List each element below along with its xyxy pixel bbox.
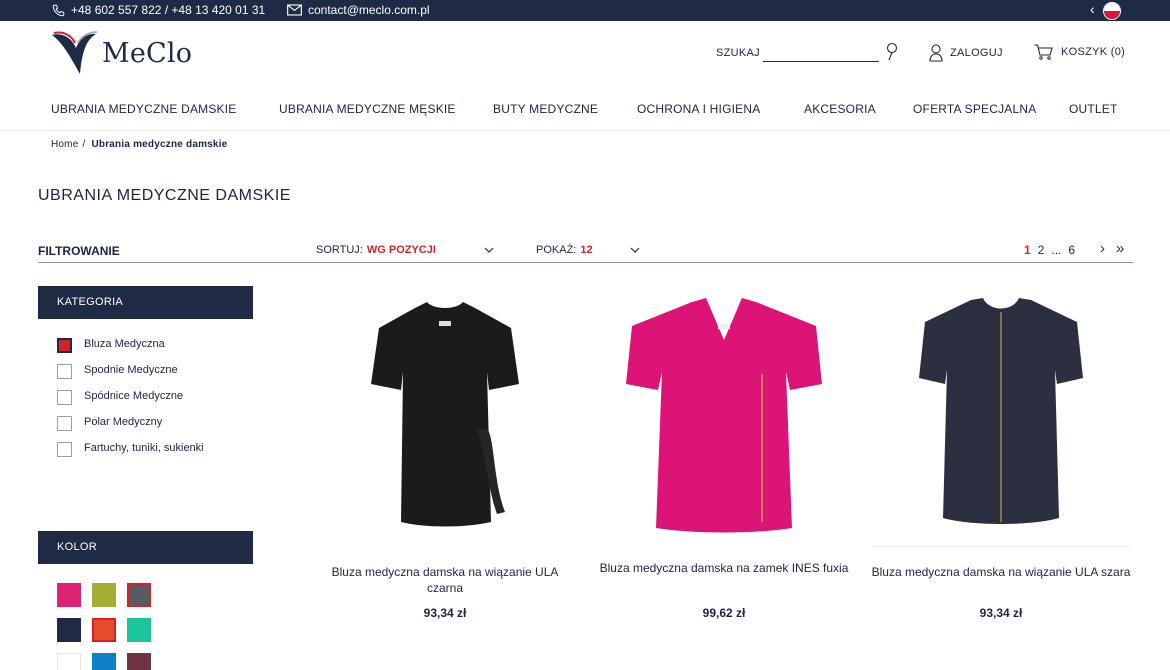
login-link[interactable]: ZALOGUJ <box>929 44 1003 62</box>
show-chevron-down-icon[interactable] <box>630 244 640 256</box>
category-checkbox[interactable] <box>57 390 72 405</box>
search-input[interactable] <box>763 44 879 62</box>
product-price: 99,62 zł <box>702 606 746 620</box>
page-ellipsis: ... <box>1051 243 1062 257</box>
page-link-2[interactable]: 2 <box>1038 243 1045 257</box>
search-label: SZUKAJ <box>716 47 760 59</box>
email-contact[interactable]: contact@meclo.com.pl <box>287 3 430 17</box>
nav-item-outlet[interactable]: OUTLET <box>1069 102 1118 116</box>
nav-item-protection-hygiene[interactable]: OCHRONA I HIGIENA <box>637 102 760 116</box>
sort-select[interactable]: SORTUJ: WG POZYCJI <box>316 244 436 256</box>
cart-label: KOSZYK (0) <box>1061 46 1126 58</box>
breadcrumb: Home / Ubrania medyczne damskie <box>51 139 227 150</box>
color-panel-header: KOLOR <box>38 531 253 564</box>
color-swatch[interactable] <box>57 653 81 670</box>
category-item[interactable]: Fartuchy, tuniki, sukienki <box>57 442 204 468</box>
color-swatch[interactable] <box>127 653 151 670</box>
category-label: Fartuchy, tuniki, sukienki <box>84 442 204 454</box>
color-swatch[interactable] <box>57 618 81 642</box>
product-card[interactable]: Bluza medyczna damska na wiązanie ULA cz… <box>315 290 575 630</box>
garment-label <box>439 321 451 326</box>
sort-label: SORTUJ: <box>316 244 363 256</box>
sort-chevron-down-icon[interactable] <box>484 244 494 256</box>
product-card[interactable]: Bluza medyczna damska na zamek INES fuxi… <box>594 290 854 630</box>
nav-divider <box>0 130 1170 131</box>
show-label: POKAŻ: <box>536 244 577 256</box>
filter-title: FILTROWANIE <box>38 244 120 258</box>
nav-item-women-medical-clothing[interactable]: UBRANIA MEDYCZNE DAMSKIE <box>51 102 237 116</box>
product-price: 93,34 zł <box>423 606 467 620</box>
breadcrumb-home[interactable]: Home <box>51 139 78 150</box>
category-checkbox[interactable] <box>57 416 72 431</box>
last-page-icon[interactable]: » <box>1116 240 1124 257</box>
show-value: 12 <box>580 244 593 256</box>
category-panel-header: KATEGORIA <box>38 286 253 319</box>
garment-body <box>626 298 822 533</box>
color-swatch[interactable] <box>57 583 81 607</box>
phone-number: +48 602 557 822 / +48 13 420 01 31 <box>71 3 266 17</box>
category-item[interactable]: Spódnice Medyczne <box>57 390 204 416</box>
page-link-6[interactable]: 6 <box>1068 243 1075 257</box>
color-swatch[interactable] <box>92 583 116 607</box>
product-image[interactable] <box>315 290 575 535</box>
sort-value: WG POZYCJI <box>366 244 436 256</box>
category-label: Spodnie Medyczne <box>84 364 178 376</box>
category-item[interactable]: Bluza Medyczna <box>57 338 204 364</box>
polish-flag-icon[interactable] <box>1103 2 1121 20</box>
product-card[interactable]: Bluza medyczna damska na wiązanie ULA sz… <box>871 290 1131 630</box>
user-icon <box>929 44 943 62</box>
category-label: Spódnice Medyczne <box>84 390 184 402</box>
search-icon[interactable] <box>886 42 898 62</box>
logo-mark-icon <box>52 31 98 74</box>
language-chevron-icon[interactable]: ‹ <box>1090 1 1095 17</box>
breadcrumb-current: Ubrania medyczne damskie <box>91 139 228 150</box>
pagination: 1 2 ... 6 <box>1024 243 1075 257</box>
category-label: Bluza Medyczna <box>84 338 165 350</box>
logo-text: MeClo <box>102 37 193 69</box>
page-title: UBRANIA MEDYCZNE DAMSKIE <box>38 187 291 204</box>
page-size-select[interactable]: POKAŻ: 12 <box>536 244 593 256</box>
cart-icon <box>1034 44 1053 60</box>
top-contact-bar: +48 602 557 822 / +48 13 420 01 31 conta… <box>0 0 1170 21</box>
color-title: KOLOR <box>57 541 98 553</box>
product-name[interactable]: Bluza medyczna damska na zamek INES fuxi… <box>594 560 854 576</box>
nav-item-men-medical-clothing[interactable]: UBRANIA MEDYCZNE MĘSKIE <box>279 102 456 116</box>
site-logo[interactable]: MeClo <box>50 30 192 76</box>
color-swatch[interactable] <box>127 583 151 607</box>
next-page-icon[interactable]: › <box>1100 240 1105 257</box>
main-navigation: UBRANIA MEDYCZNE DAMSKIE UBRANIA MEDYCZN… <box>0 100 1170 120</box>
product-price: 93,34 zł <box>979 606 1023 620</box>
category-item[interactable]: Spodnie Medyczne <box>57 364 204 390</box>
category-title: KATEGORIA <box>57 296 124 308</box>
mail-icon <box>287 4 302 16</box>
category-checkbox[interactable] <box>57 442 72 457</box>
garment-label <box>718 324 730 329</box>
cart-link[interactable]: KOSZYK (0) <box>1034 44 1125 60</box>
category-checkbox[interactable] <box>57 364 72 379</box>
product-name[interactable]: Bluza medyczna damska na wiązanie ULA cz… <box>315 564 575 596</box>
nav-item-medical-shoes[interactable]: BUTY MEDYCZNE <box>493 102 598 116</box>
phone-contact[interactable]: +48 602 557 822 / +48 13 420 01 31 <box>52 3 265 17</box>
email-address: contact@meclo.com.pl <box>308 3 430 17</box>
login-label: ZALOGUJ <box>950 47 1003 59</box>
page-link-1[interactable]: 1 <box>1024 243 1031 257</box>
product-image[interactable] <box>594 290 854 535</box>
color-swatches <box>57 583 151 670</box>
phone-icon <box>52 4 65 16</box>
color-swatch[interactable] <box>92 618 116 642</box>
category-item[interactable]: Polar Medyczny <box>57 416 204 442</box>
product-image[interactable] <box>871 290 1131 535</box>
category-label: Polar Medyczny <box>84 416 163 428</box>
toolbar-divider <box>38 262 1133 263</box>
nav-item-special-offer[interactable]: OFERTA SPECJALNA <box>913 102 1036 116</box>
product-name[interactable]: Bluza medyczna damska na wiązanie ULA sz… <box>871 564 1131 580</box>
color-swatch[interactable] <box>127 618 151 642</box>
breadcrumb-separator: / <box>82 139 86 150</box>
card-divider <box>871 546 1131 547</box>
color-swatch[interactable] <box>92 653 116 670</box>
category-list: Bluza Medyczna Spodnie Medyczne Spódnice… <box>57 338 204 468</box>
category-checkbox[interactable] <box>57 338 72 353</box>
nav-item-accessories[interactable]: AKCESORIA <box>804 102 876 116</box>
